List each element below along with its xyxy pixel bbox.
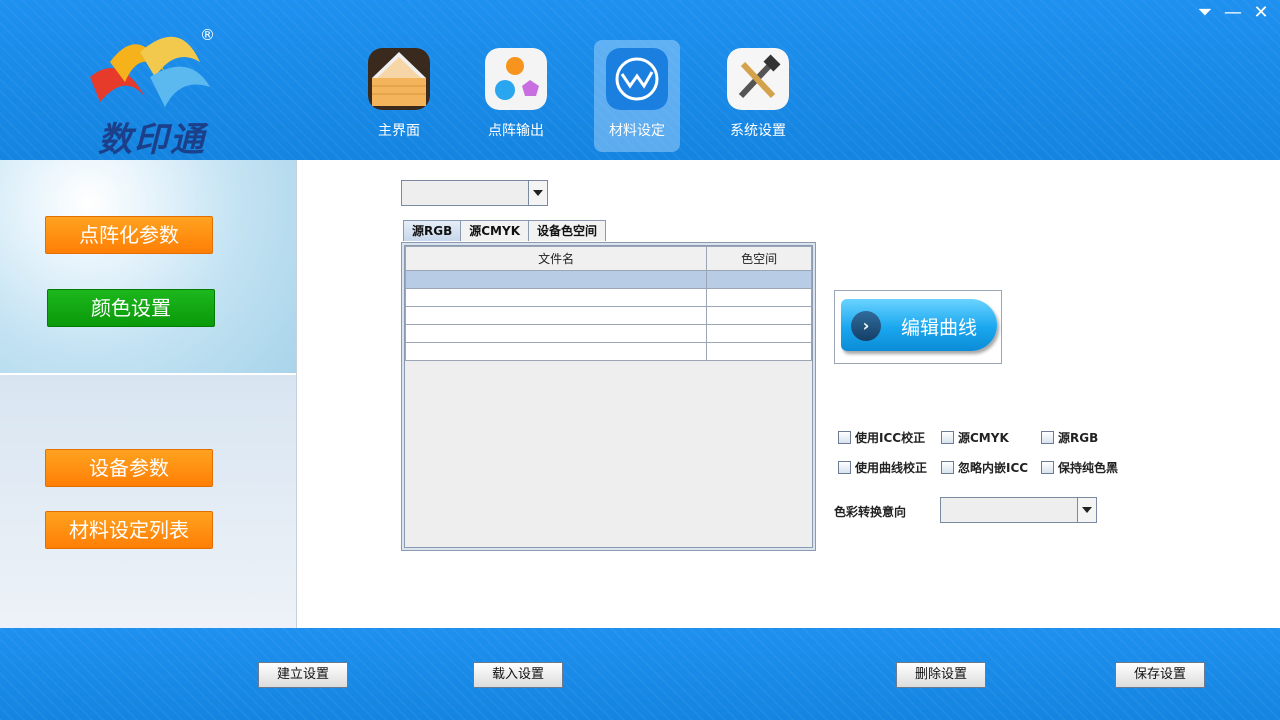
checkbox-use-icc[interactable]: 使用ICC校正 (838, 429, 925, 446)
nav-label: 点阵输出 (488, 123, 544, 139)
registered-mark: ® (200, 26, 215, 44)
edit-curve-label: 编辑曲线 (901, 317, 978, 339)
tab-source-cmyk[interactable]: 源CMYK (460, 220, 529, 241)
column-header-filename[interactable]: 文件名 (404, 246, 708, 271)
sidebar-bottom (0, 375, 296, 628)
checkbox-source-cmyk[interactable]: 源CMYK (941, 429, 1009, 446)
sidebar-border (296, 160, 297, 628)
close-icon[interactable]: ✕ (1252, 4, 1270, 22)
chevron-down-icon[interactable] (528, 181, 547, 205)
sidebar-top (0, 160, 296, 373)
sidebar-item-device-params[interactable]: 设备参数 (45, 449, 213, 487)
nav-label: 系统设置 (730, 123, 786, 139)
tab-device-colorspace[interactable]: 设备色空间 (528, 220, 607, 241)
checkbox-source-rgb[interactable]: 源RGB (1041, 429, 1098, 446)
chevron-right-icon: › (851, 311, 881, 341)
nav-label: 材料设定 (609, 123, 665, 139)
table-row[interactable] (404, 342, 812, 361)
file-table-container[interactable]: 文件名 色空间 (404, 245, 813, 548)
intent-label: 色彩转换意向 (834, 505, 907, 519)
sidebar-item-material-list[interactable]: 材料设定列表 (45, 511, 213, 549)
intent-select[interactable] (940, 497, 1097, 523)
create-settings-button[interactable]: 建立设置 (258, 662, 348, 688)
dots-icon (485, 48, 547, 110)
checkbox-use-curve[interactable]: 使用曲线校正 (838, 459, 927, 476)
sidebar-item-color-settings[interactable]: 颜色设置 (47, 289, 215, 327)
nav-item-system[interactable]: 系统设置 (715, 40, 801, 152)
menu-dropdown-icon[interactable]: ⏷ (1196, 4, 1214, 22)
nav-label: 主界面 (378, 123, 420, 139)
load-settings-button[interactable]: 载入设置 (473, 662, 563, 688)
checkbox-ignore-embedded-icc[interactable]: 忽略内嵌ICC (941, 459, 1028, 476)
table-row[interactable] (404, 270, 812, 289)
file-table-panel: 文件名 色空间 (401, 242, 816, 551)
logo-text: 数印通 (98, 120, 206, 160)
sidebar-item-dot-params[interactable]: 点阵化参数 (45, 216, 213, 254)
material-icon (606, 48, 668, 110)
colorspace-tabs: 源RGB 源CMYK 设备色空间 (403, 220, 607, 241)
material-select[interactable] (401, 180, 548, 206)
window-controls: ⏷ — ✕ (1196, 4, 1270, 22)
table-row[interactable] (404, 288, 812, 307)
table-row[interactable] (404, 324, 812, 343)
file-table: 文件名 色空间 (404, 246, 812, 361)
header: 数印通 ® ⏷ — ✕ 主界面 点阵输出 材料设定 系统设置 (0, 0, 1280, 160)
edit-curve-button[interactable]: › 编辑曲线 (834, 290, 1002, 364)
nav-item-material[interactable]: 材料设定 (594, 40, 680, 152)
save-settings-button[interactable]: 保存设置 (1115, 662, 1205, 688)
table-row[interactable] (404, 306, 812, 325)
tools-icon (727, 48, 789, 110)
home-icon (368, 48, 430, 110)
footer-bar (0, 628, 1280, 720)
nav-item-home[interactable]: 主界面 (356, 40, 442, 152)
chevron-down-icon[interactable] (1077, 498, 1096, 522)
nav-item-dot-output[interactable]: 点阵输出 (473, 40, 559, 152)
tab-source-rgb[interactable]: 源RGB (403, 220, 462, 241)
checkbox-keep-pure-black[interactable]: 保持纯色黑 (1041, 459, 1118, 476)
delete-settings-button[interactable]: 删除设置 (896, 662, 986, 688)
minimize-icon[interactable]: — (1224, 4, 1242, 22)
column-header-colorspace[interactable]: 色空间 (706, 246, 812, 271)
